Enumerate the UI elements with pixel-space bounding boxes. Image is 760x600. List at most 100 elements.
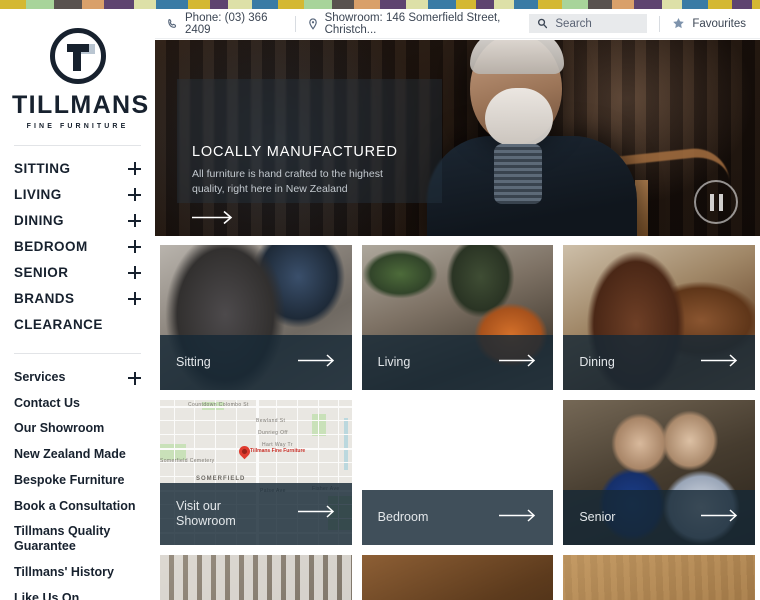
color-swatch (662, 0, 682, 9)
tile-arrow-right-icon[interactable] (499, 353, 537, 372)
plus-expand-icon[interactable] (128, 240, 141, 253)
color-swatch (0, 0, 26, 9)
plus-expand-icon[interactable] (128, 266, 141, 279)
nav-item-services[interactable]: Services (12, 364, 143, 390)
top-utility-bar: Phone: (03) 366 2409 Showroom: 146 Somer… (155, 9, 760, 39)
color-swatch (304, 0, 332, 9)
category-tile-senior[interactable]: Senior (563, 400, 755, 545)
category-tile-visit-our-showroom[interactable]: Countdown Colombo St Somerfield Cemetery S… (160, 400, 352, 545)
nav-item-senior[interactable]: SENIOR (12, 260, 143, 286)
showroom-text: Showroom: 146 Somerfield Street, Christc… (324, 11, 501, 36)
category-tile-workshop-1[interactable] (160, 555, 352, 600)
brand-wordmark: TILLMANS (12, 91, 150, 119)
nav-item-tillmans-quality-guarantee[interactable]: Tillmans Quality Guarantee (12, 519, 143, 560)
nav-item-label: DINING (14, 213, 64, 228)
nav-item-label: CLEARANCE (14, 317, 103, 332)
tile-photo (563, 555, 755, 600)
plus-expand-icon[interactable] (128, 162, 141, 175)
category-tile-dining[interactable]: Dining (563, 245, 755, 390)
map-label-somerfield: SOMERFIELD (196, 476, 246, 482)
header-separator-2 (659, 15, 661, 32)
color-swatch (188, 0, 210, 9)
category-tile-sitting[interactable]: Sitting (160, 245, 352, 390)
search-input[interactable]: Search (529, 14, 648, 33)
phone-text: Phone: (03) 366 2409 (185, 11, 268, 36)
nav-item-our-showroom[interactable]: Our Showroom (12, 416, 143, 442)
hero-title: LOCALLY MANUFACTURED (192, 144, 398, 160)
nav-item-bedroom[interactable]: BEDROOM (12, 234, 143, 260)
color-swatch (682, 0, 708, 9)
tile-arrow-right-icon[interactable] (499, 508, 537, 527)
nav-item-new-zealand-made[interactable]: New Zealand Made (12, 442, 143, 468)
color-swatch (588, 0, 612, 9)
category-tile-living[interactable]: Living (361, 245, 554, 390)
brand-logo[interactable]: TILLMANS FINE FURNITURE (12, 9, 150, 130)
nav-item-living[interactable]: LIVING (12, 182, 143, 208)
color-swatch (538, 0, 562, 9)
phone-icon (167, 18, 178, 29)
nav-item-dining[interactable]: DINING (12, 208, 143, 234)
nav-item-bespoke-furniture[interactable]: Bespoke Furniture (12, 467, 143, 493)
category-tile-workshop-3[interactable] (563, 555, 755, 600)
map-label-cemetery: Somerfield Cemetery (160, 458, 215, 464)
map-pin-label: Tillmans Fine Furniture (250, 448, 306, 454)
hero-carousel[interactable]: LOCALLY MANUFACTURED All furniture is ha… (155, 40, 760, 236)
color-swatch (476, 0, 494, 9)
sidebar-divider-mid (14, 353, 141, 354)
nav-item-label: Tillmans' History (14, 564, 114, 579)
color-swatch (82, 0, 104, 9)
tile-label: Visit our Showroom (176, 499, 236, 528)
page-root: TILLMANS FINE FURNITURE SITTING LIVING DIN… (0, 0, 760, 600)
color-swatch (612, 0, 634, 9)
nav-item-sitting[interactable]: SITTING (12, 156, 143, 182)
tile-arrow-right-icon[interactable] (297, 353, 336, 372)
tile-arrow-right-icon[interactable] (297, 505, 336, 523)
star-icon (672, 17, 685, 30)
color-swatch (708, 0, 732, 9)
color-swatch (54, 0, 82, 9)
favourites-label: Favourites (692, 17, 746, 30)
nav-item-like-us-on-facebook[interactable]: Like Us On Facebook (12, 585, 143, 600)
tile-label-bar: Visit our Showroom (160, 483, 352, 545)
nav-item-book-a-consultation[interactable]: Book a Consultation (12, 493, 143, 519)
phone-info[interactable]: Phone: (03) 366 2409 (167, 12, 283, 36)
tile-label-bar: Senior (563, 490, 755, 545)
color-swatch (406, 0, 428, 9)
tile-photo (160, 555, 352, 600)
showroom-info[interactable]: Showroom: 146 Somerfield Street, Christc… (308, 12, 530, 36)
nav-item-clearance[interactable]: CLEARANCE (12, 312, 143, 338)
hero-subtitle: All furniture is hand crafted to the hig… (192, 168, 383, 196)
color-swatch (228, 0, 252, 9)
color-swatch (134, 0, 156, 9)
category-tile-grid: Sitting Living Dining Countdown Colombo St S… (155, 240, 760, 600)
search-placeholder-text: Search (555, 17, 592, 30)
tile-label: Bedroom (377, 510, 429, 525)
nav-item-label: BRANDS (14, 291, 75, 306)
color-swatch (562, 0, 588, 9)
color-swatch (494, 0, 514, 9)
color-swatch (278, 0, 304, 9)
nav-item-brands[interactable]: BRANDS (12, 286, 143, 312)
hero-cta-arrow-right-icon[interactable] (192, 210, 442, 230)
plus-expand-icon[interactable] (128, 188, 141, 201)
plus-expand-icon[interactable] (128, 371, 141, 385)
color-swatch (210, 0, 228, 9)
plus-expand-icon[interactable] (128, 214, 141, 227)
tile-arrow-right-icon[interactable] (701, 508, 739, 527)
tile-arrow-right-icon[interactable] (701, 353, 739, 372)
nav-item-label: Bespoke Furniture (14, 472, 125, 487)
carousel-pause-icon[interactable] (694, 180, 738, 224)
map-label-countdown: Countdown Colombo St (188, 402, 249, 408)
nav-item-contact-us[interactable]: Contact Us (12, 390, 143, 416)
hero-content: LOCALLY MANUFACTURED All furniture is ha… (192, 144, 442, 230)
plus-expand-icon[interactable] (128, 292, 141, 305)
category-tile-bedroom[interactable]: Bedroom (361, 400, 554, 545)
decorative-color-strip (0, 0, 760, 9)
color-swatch (354, 0, 380, 9)
category-tile-workshop-2[interactable] (361, 555, 554, 600)
tile-label-bar: Living (361, 335, 554, 390)
nav-item-tillmans-history[interactable]: Tillmans' History (12, 559, 143, 585)
favourites-button[interactable]: Favourites (672, 17, 746, 30)
nav-item-label: BEDROOM (14, 239, 88, 254)
color-swatch (732, 0, 752, 9)
